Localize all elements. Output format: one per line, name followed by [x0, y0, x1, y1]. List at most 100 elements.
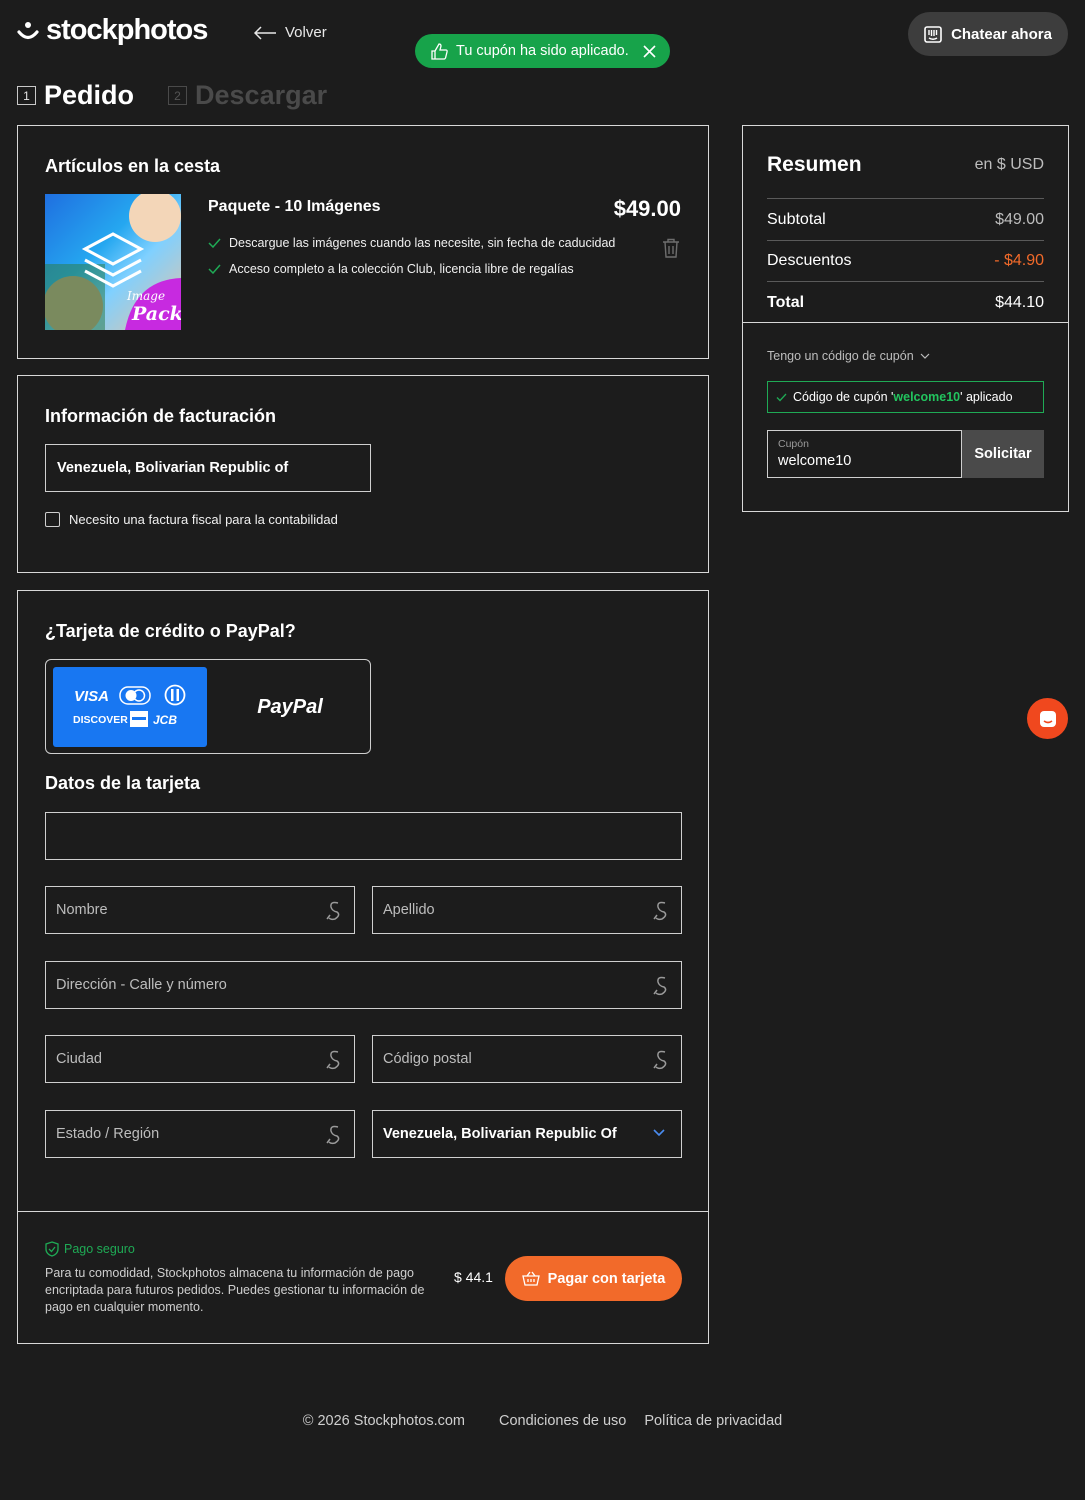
basket-panel: Artículos en la cesta Image Pack Paquete…	[17, 125, 709, 359]
back-link[interactable]: Volver	[253, 24, 327, 41]
address-field[interactable]: Dirección - Calle y número	[45, 961, 682, 1009]
message-icon	[1039, 710, 1056, 727]
mastercard-icon	[119, 686, 151, 705]
postal-code-field[interactable]: Código postal	[372, 1035, 682, 1083]
lastpass-icon[interactable]	[326, 1050, 342, 1070]
check-icon	[208, 264, 221, 274]
pay-with-card-label: Pagar con tarjeta	[547, 1270, 666, 1287]
lastpass-icon[interactable]	[653, 976, 669, 996]
subtotal-row: Subtotal $49.00	[767, 211, 1044, 229]
chat-now-button[interactable]: Chatear ahora	[908, 12, 1068, 56]
coupon-toast: Tu cupón ha sido aplicado.	[415, 34, 670, 68]
chat-icon	[924, 25, 942, 43]
billing-title: Información de facturación	[45, 406, 277, 426]
step-1-label: Pedido	[44, 80, 135, 110]
postal-code-placeholder: Código postal	[383, 1051, 472, 1067]
state-region-field[interactable]: Estado / Región	[45, 1110, 355, 1158]
apply-coupon-button[interactable]: Solicitar	[962, 430, 1044, 478]
logo-text: stockphotos	[46, 14, 208, 46]
billing-country-select[interactable]: Venezuela, Bolivarian Republic of	[45, 444, 371, 492]
state-region-placeholder: Estado / Región	[56, 1126, 160, 1142]
total-label: Total	[767, 294, 805, 311]
city-field[interactable]: Ciudad	[45, 1035, 355, 1083]
card-country-select[interactable]: Venezuela, Bolivarian Republic Of	[372, 1110, 682, 1158]
coupon-applied-text: Código de cupón 'welcome10' aplicado	[793, 390, 1013, 404]
payment-method-title: ¿Tarjeta de crédito o PayPal?	[45, 621, 296, 641]
basket-title: Artículos en la cesta	[45, 156, 221, 176]
invoice-checkbox-label: Necesito una factura fiscal para la cont…	[69, 512, 338, 527]
close-icon[interactable]	[643, 44, 656, 58]
summary-panel: Resumen en $ USD Subtotal $49.00 Descuen…	[742, 125, 1069, 512]
lastpass-icon[interactable]	[653, 901, 669, 921]
feature-text: Descargue las imágenes cuando las necesi…	[229, 236, 616, 250]
toast-message: Tu cupón ha sido aplicado.	[456, 43, 629, 59]
check-icon	[208, 238, 221, 248]
image-pack-caption-bottom: Pack	[131, 303, 181, 325]
visa-logo: VISA	[74, 688, 109, 705]
image-pack-caption-top: Image	[126, 289, 165, 303]
support-chat-button[interactable]	[1027, 698, 1068, 739]
trash-icon[interactable]	[662, 238, 680, 258]
subtotal-value: $49.00	[995, 211, 1044, 228]
chevron-down-icon	[920, 353, 930, 359]
footer-terms-link[interactable]: Condiciones de uso	[499, 1413, 626, 1429]
coupon-input[interactable]: Cupón welcome10	[767, 430, 962, 478]
billing-panel: Información de facturación Venezuela, Bo…	[17, 375, 709, 573]
footer-privacy-link[interactable]: Política de privacidad	[644, 1413, 782, 1429]
amex-icon	[130, 711, 148, 727]
logo[interactable]: stockphotos	[16, 14, 208, 47]
invoice-checkbox[interactable]	[45, 512, 60, 527]
coupon-input-label: Cupón	[778, 438, 809, 450]
paypal-option[interactable]: PayPal	[216, 667, 364, 747]
card-country-value: Venezuela, Bolivarian Republic Of	[383, 1126, 617, 1142]
discount-label: Descuentos	[767, 252, 852, 269]
chevron-down-icon	[653, 1129, 665, 1137]
coupon-toggle[interactable]: Tengo un código de cupón	[767, 349, 930, 363]
coupon-applied-prefix: Código de cupón '	[793, 390, 894, 404]
summary-title: Resumen	[767, 153, 862, 176]
secure-payment-label: Pago seguro	[45, 1241, 135, 1257]
lastpass-icon[interactable]	[326, 901, 342, 921]
payment-method-selector: VISA DISCOVER JCB PayPal	[45, 659, 371, 754]
step-1-number: 1	[17, 86, 36, 105]
summary-divider	[767, 281, 1044, 282]
subtotal-label: Subtotal	[767, 211, 826, 228]
step-2-number: 2	[168, 86, 188, 105]
shield-icon	[45, 1241, 59, 1257]
pay-with-card-button[interactable]: Pagar con tarjeta	[505, 1256, 682, 1301]
summary-section-divider	[743, 322, 1068, 323]
checkout-steps: 1 Pedido 2 Descargar	[17, 80, 361, 111]
feature-item: Acceso completo a la colección Club, lic…	[208, 262, 574, 276]
discount-row: Descuentos - $4.90	[767, 252, 1044, 270]
item-price: $49.00	[613, 196, 681, 221]
footer: © 2026 Stockphotos.com Condiciones de us…	[0, 1413, 1085, 1429]
discount-value: - $4.90	[994, 252, 1044, 269]
chat-now-label: Chatear ahora	[951, 25, 1052, 43]
feature-text: Acceso completo a la colección Club, lic…	[229, 262, 574, 276]
last-name-placeholder: Apellido	[383, 902, 435, 918]
first-name-field[interactable]: Nombre	[45, 886, 355, 934]
jcb-logo: JCB	[153, 713, 177, 727]
basket-icon	[521, 1271, 540, 1286]
address-placeholder: Dirección - Calle y número	[56, 977, 227, 993]
back-link-label: Volver	[285, 24, 327, 41]
card-number-field[interactable]	[45, 812, 682, 860]
lastpass-icon[interactable]	[653, 1050, 669, 1070]
payment-panel: ¿Tarjeta de crédito o PayPal? VISA DISCO…	[17, 590, 709, 1344]
credit-card-option[interactable]: VISA DISCOVER JCB	[53, 667, 207, 747]
coupon-input-value: welcome10	[778, 453, 852, 469]
diners-icon	[164, 684, 186, 706]
last-name-field[interactable]: Apellido	[372, 886, 682, 934]
coupon-applied-suffix: ' aplicado	[960, 390, 1013, 404]
coupon-applied-notice: Código de cupón 'welcome10' aplicado	[767, 381, 1044, 413]
check-icon	[776, 393, 787, 401]
coupon-toggle-label: Tengo un código de cupón	[767, 349, 914, 363]
summary-divider	[767, 198, 1044, 199]
summary-currency: en $ USD	[974, 156, 1044, 173]
discover-logo: DISCOVER	[73, 714, 128, 726]
step-2-label: Descargar	[195, 80, 328, 110]
total-value: $44.10	[995, 294, 1044, 311]
thumbs-up-icon	[431, 42, 448, 60]
lastpass-icon[interactable]	[326, 1125, 342, 1145]
invoice-checkbox-row[interactable]: Necesito una factura fiscal para la cont…	[45, 512, 338, 527]
